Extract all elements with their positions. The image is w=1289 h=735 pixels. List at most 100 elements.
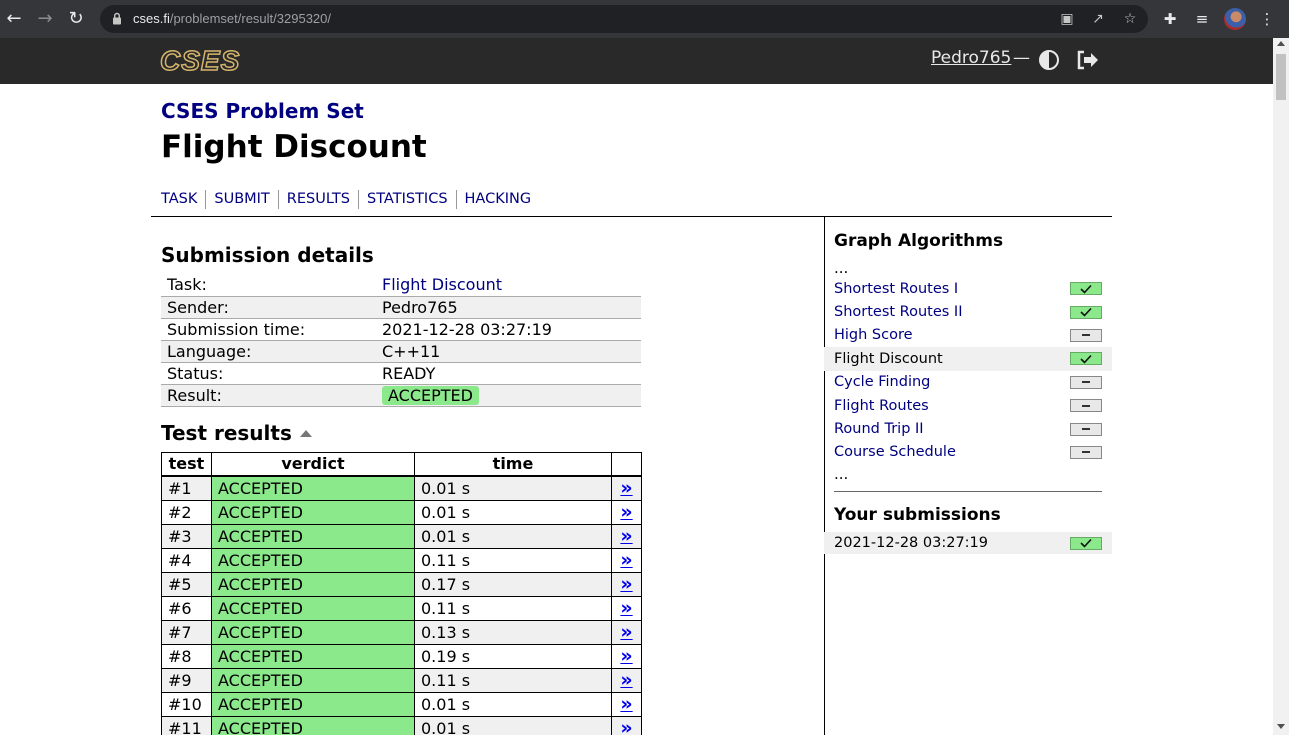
test-number: #5 bbox=[161, 572, 212, 597]
translate-icon[interactable]: ▣ bbox=[1058, 10, 1076, 28]
test-details-link[interactable]: » bbox=[620, 717, 632, 735]
details-value: C++11 bbox=[376, 340, 641, 363]
scroll-down-icon[interactable] bbox=[1277, 724, 1285, 729]
sidebar-task-link[interactable]: High Score bbox=[834, 327, 913, 343]
sidebar-task-item[interactable]: Flight Discount bbox=[824, 347, 1112, 371]
test-time: 0.01 s bbox=[414, 500, 612, 525]
collapse-caret-icon[interactable] bbox=[299, 430, 312, 437]
sidebar-ellipsis-bottom: ... bbox=[834, 465, 849, 483]
test-details-link[interactable]: » bbox=[620, 621, 632, 643]
tab-hacking[interactable]: HACKING bbox=[455, 190, 540, 209]
test-details-link[interactable]: » bbox=[620, 477, 632, 499]
details-value: ACCEPTED bbox=[376, 384, 641, 407]
share-icon[interactable]: ↗ bbox=[1089, 10, 1107, 28]
test-verdict: ACCEPTED bbox=[211, 692, 415, 717]
sidebar-task-item[interactable]: Course Schedule bbox=[834, 441, 1112, 464]
sidebar-task-link[interactable]: Shortest Routes II bbox=[834, 304, 963, 320]
test-details-link[interactable]: » bbox=[620, 549, 632, 571]
sidebar-task-item[interactable]: Shortest Routes I bbox=[834, 277, 1112, 300]
extensions-icon[interactable]: ✚ bbox=[1160, 9, 1180, 29]
tab-statistics[interactable]: STATISTICS bbox=[358, 190, 456, 209]
tab-task[interactable]: TASK bbox=[161, 190, 205, 209]
test-time: 0.11 s bbox=[414, 596, 612, 621]
tab-results[interactable]: RESULTS bbox=[277, 190, 358, 209]
sidebar-task-link[interactable]: Round Trip II bbox=[834, 421, 924, 437]
details-table: Task: Flight Discount Sender: Pedro765 S… bbox=[161, 274, 641, 407]
test-link-cell: » bbox=[611, 500, 642, 525]
test-time: 0.17 s bbox=[414, 572, 612, 597]
test-number: #8 bbox=[161, 644, 212, 669]
account-link[interactable]: Pedro765 bbox=[931, 48, 1011, 68]
test-verdict: ACCEPTED bbox=[211, 716, 415, 735]
check-icon bbox=[1070, 305, 1102, 319]
minus-icon bbox=[1070, 328, 1102, 342]
sidebar-task-item[interactable]: Round Trip II bbox=[834, 417, 1112, 440]
header-separator: — bbox=[1013, 48, 1030, 68]
scrollbar-thumb[interactable] bbox=[1276, 54, 1286, 100]
profile-avatar[interactable] bbox=[1224, 8, 1246, 30]
table-row: #5 ACCEPTED 0.17 s » bbox=[161, 572, 642, 597]
test-details-link[interactable]: » bbox=[620, 597, 632, 619]
tab-submit[interactable]: SUBMIT bbox=[205, 190, 277, 209]
sidebar-task-item[interactable]: Cycle Finding bbox=[834, 371, 1112, 394]
task-link[interactable]: Flight Discount bbox=[382, 275, 502, 294]
test-details-link[interactable]: » bbox=[620, 693, 632, 715]
sidebar-divider bbox=[824, 216, 825, 735]
test-link-cell: » bbox=[611, 716, 642, 735]
table-row: #6 ACCEPTED 0.11 s » bbox=[161, 596, 642, 621]
sidebar-task-link[interactable]: Course Schedule bbox=[834, 444, 956, 460]
check-icon bbox=[1070, 536, 1102, 550]
sidebar-ellipsis-top: ... bbox=[834, 259, 849, 277]
test-verdict: ACCEPTED bbox=[211, 644, 415, 669]
submission-time-link[interactable]: 2021-12-28 03:27:19 bbox=[834, 535, 988, 551]
address-bar[interactable]: cses.fi/problemset/result/3295320/ ▣ ↗ ☆ bbox=[100, 5, 1148, 33]
test-verdict: ACCEPTED bbox=[211, 475, 415, 501]
sidebar-task-link[interactable]: Shortest Routes I bbox=[834, 281, 958, 297]
test-number: #2 bbox=[161, 500, 212, 525]
test-details-link[interactable]: » bbox=[620, 525, 632, 547]
menu-icon[interactable]: ⋮ bbox=[1257, 9, 1277, 29]
test-number: #1 bbox=[161, 475, 212, 501]
problemset-title[interactable]: CSES Problem Set bbox=[161, 99, 364, 123]
sidebar-task-link[interactable]: Cycle Finding bbox=[834, 374, 930, 390]
test-results-heading[interactable]: Test results bbox=[161, 421, 312, 445]
details-row: Task: Flight Discount bbox=[161, 274, 641, 297]
test-details-link[interactable]: » bbox=[620, 645, 632, 667]
sidebar-task-item[interactable]: Shortest Routes II bbox=[834, 300, 1112, 323]
browser-toolbar: ← → ↻ cses.fi/problemset/result/3295320/… bbox=[0, 0, 1289, 38]
sidebar-task-item[interactable]: Flight Routes bbox=[834, 394, 1112, 417]
sidebar-divider-line bbox=[834, 491, 1102, 492]
test-number: #7 bbox=[161, 620, 212, 645]
reload-icon[interactable]: ↻ bbox=[64, 7, 88, 31]
test-details-link[interactable]: » bbox=[620, 501, 632, 523]
column-header-time: time bbox=[414, 452, 612, 477]
reading-list-icon[interactable]: ≡ bbox=[1192, 9, 1212, 29]
submissions-heading: Your submissions bbox=[834, 505, 1001, 525]
bookmark-star-icon[interactable]: ☆ bbox=[1121, 10, 1139, 28]
url-text[interactable]: cses.fi/problemset/result/3295320/ bbox=[133, 5, 331, 33]
page-scrollbar[interactable] bbox=[1273, 38, 1289, 735]
cses-logo[interactable]: CSES bbox=[159, 46, 240, 76]
test-results-table: test verdict time #1 ACCEPTED 0.01 s» #2 ACC… bbox=[161, 452, 642, 735]
test-verdict: ACCEPTED bbox=[211, 596, 415, 621]
scroll-up-icon[interactable] bbox=[1277, 41, 1285, 46]
sidebar-task-item[interactable]: High Score bbox=[834, 324, 1112, 347]
logout-icon[interactable] bbox=[1075, 49, 1099, 71]
forward-icon[interactable]: → bbox=[33, 7, 57, 31]
test-verdict: ACCEPTED bbox=[211, 620, 415, 645]
table-row: #8 ACCEPTED 0.19 s » bbox=[161, 644, 642, 669]
minus-icon bbox=[1070, 422, 1102, 436]
test-link-cell: » bbox=[611, 572, 642, 597]
test-verdict: ACCEPTED bbox=[211, 668, 415, 693]
back-icon[interactable]: ← bbox=[2, 7, 26, 31]
test-time: 0.01 s bbox=[414, 692, 612, 717]
test-details-link[interactable]: » bbox=[620, 573, 632, 595]
test-details-link[interactable]: » bbox=[620, 669, 632, 691]
submission-item[interactable]: 2021-12-28 03:27:19 bbox=[824, 532, 1112, 554]
test-verdict: ACCEPTED bbox=[211, 572, 415, 597]
theme-toggle-icon[interactable] bbox=[1039, 50, 1059, 70]
sidebar-task-link[interactable]: Flight Routes bbox=[834, 398, 929, 414]
test-number: #9 bbox=[161, 668, 212, 693]
test-number: #10 bbox=[161, 692, 212, 717]
table-row: #2 ACCEPTED 0.01 s » bbox=[161, 500, 642, 525]
